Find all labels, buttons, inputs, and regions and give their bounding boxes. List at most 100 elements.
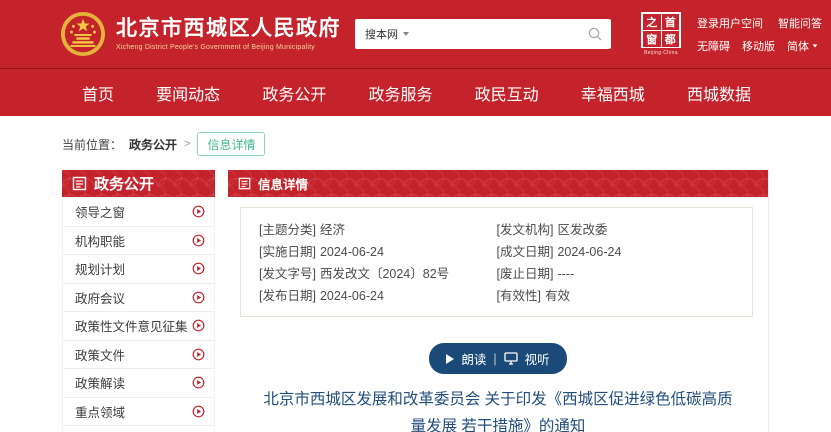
circled-play-icon [192, 405, 205, 418]
capital-window-grid: 之 首 窗 都 [641, 12, 681, 48]
sidebar-list: 领导之窗 机构职能 规划计划 [62, 197, 215, 432]
header-link[interactable]: 智能问答 [778, 15, 822, 31]
meta-field-label: [发文字号] [259, 267, 316, 281]
main-nav: 首页 要闻动态 政务公开 政务服务 政民互动 幸福西城 西城数据 [0, 68, 831, 116]
cw-char: 都 [662, 31, 680, 47]
header-link[interactable]: 移动版 [742, 38, 775, 54]
circled-play-icon [192, 291, 205, 304]
chevron-down-icon [813, 44, 818, 47]
sidebar-item-label: 政策文件 [75, 345, 125, 364]
sidebar-item[interactable]: 政府会议 [63, 283, 214, 312]
nav-item[interactable]: 政民互动 [475, 81, 539, 105]
language-toggle[interactable]: 简体 [787, 38, 818, 54]
sidebar-item-label: 规划计划 [75, 259, 125, 278]
sidebar-item-label: 机构职能 [75, 231, 125, 250]
header-link[interactable]: 登录用户空间 [697, 15, 763, 31]
cw-char: 之 [643, 14, 661, 30]
sidebar-item-label: 政策性文件意见征集 [75, 316, 188, 335]
sidebar: 政务公开 领导之窗 机构职能 规划计划 [62, 170, 215, 432]
detail-panel: 信息详情 [主题分类] 经济 [发文机构]区发改委 [实施日期] 2024-06-2… [228, 170, 769, 432]
sidebar-item[interactable]: 规划计划 [63, 254, 214, 283]
meta-field-label: [主题分类] [259, 223, 316, 237]
meta-field: [成文日期]2024-06-24 [497, 242, 735, 262]
national-emblem-icon [60, 11, 106, 57]
sidebar-item[interactable]: 领导之窗 [63, 197, 214, 226]
sidebar-item-label: 政府会议 [75, 288, 125, 307]
sidebar-item-label: 领导之窗 [75, 202, 125, 221]
sidebar-item[interactable]: 政策解读 [63, 368, 214, 397]
circled-play-icon [192, 348, 205, 361]
sidebar-title: 政务公开 [94, 173, 154, 194]
detail-panel-title: 信息详情 [258, 174, 308, 193]
circled-play-icon [192, 205, 205, 218]
meta-field-value: 经济 [320, 223, 345, 237]
nav-item[interactable]: 幸福西城 [581, 81, 645, 105]
search-icon [588, 27, 602, 41]
breadcrumb-prefix: 当前位置： [62, 136, 122, 153]
sidebar-item[interactable]: 政策文件 [63, 340, 214, 369]
document-lines-icon [72, 176, 87, 191]
site-subtitle: Xicheng District People's Government of … [116, 44, 341, 51]
meta-field-label: [发文机构] [497, 223, 554, 237]
circled-play-icon [192, 376, 205, 389]
monitor-icon [504, 352, 518, 365]
site-title-block: 北京市西城区人民政府 Xicheng District People's Gov… [116, 17, 341, 51]
capital-window-logo[interactable]: 之 首 窗 都 Beijing·China [641, 12, 681, 56]
circled-play-icon [192, 262, 205, 275]
circled-play-icon [192, 319, 205, 332]
nav-item[interactable]: 首页 [82, 81, 114, 105]
meta-field-value: 区发改委 [557, 223, 607, 237]
cw-char: 窗 [643, 31, 661, 47]
read-aloud-video-button[interactable]: 朗读 | 视听 [429, 343, 566, 374]
site-title: 北京市西城区人民政府 [116, 17, 341, 41]
sidebar-item[interactable]: 重点领域 [63, 397, 214, 426]
meta-field: [发布日期]2024-06-24 [259, 286, 497, 306]
meta-field-label: [有效性] [497, 289, 541, 303]
content-area: 政务公开 领导之窗 机构职能 规划计划 [62, 170, 769, 432]
search-button[interactable] [579, 27, 611, 41]
search-input[interactable] [417, 28, 579, 40]
sidebar-header: 政务公开 [62, 170, 215, 197]
meta-field: [废止日期]---- [497, 264, 735, 284]
meta-field-label: [实施日期] [259, 245, 316, 259]
meta-field-value: 有效 [545, 289, 570, 303]
meta-field: [有效性] 有效 [497, 286, 735, 306]
header-link[interactable]: 无障碍 [697, 38, 730, 54]
button-divider: | [493, 352, 496, 366]
nav-item[interactable]: 政务服务 [368, 81, 432, 105]
detail-panel-header: 信息详情 [228, 170, 768, 197]
sidebar-item[interactable]: 政策性文件意见征集 [63, 311, 214, 340]
document-meta-box: [主题分类] 经济 [发文机构]区发改委 [实施日期] 2024-06-24 [成文… [240, 207, 753, 317]
nav-item[interactable]: 要闻动态 [156, 81, 220, 105]
breadcrumb: 当前位置： 政务公开 > 信息详情 [62, 132, 831, 156]
breadcrumb-current-tag: 信息详情 [197, 132, 265, 156]
sidebar-item[interactable]: 政府公报 [63, 425, 214, 432]
chevron-down-icon [403, 32, 409, 36]
nav-item[interactable]: 政务公开 [262, 81, 326, 105]
meta-field-label: [成文日期] [497, 245, 554, 259]
sidebar-item-label: 政策解读 [75, 373, 125, 392]
header-quick-links: 登录用户空间智能问答 无障碍移动版 简体 [697, 15, 822, 54]
search-box: 搜本网 [355, 19, 611, 49]
meta-field: [发文字号]西发改文〔2024〕82号 [259, 264, 497, 284]
read-aloud-label: 朗读 [461, 349, 486, 368]
breadcrumb-section-link[interactable]: 政务公开 [129, 136, 177, 153]
site-header: 北京市西城区人民政府 Xicheng District People's Gov… [0, 0, 831, 68]
meta-field: [主题分类] 经济 [259, 220, 497, 240]
sidebar-item-label: 重点领域 [75, 402, 125, 421]
sidebar-item[interactable]: 机构职能 [63, 226, 214, 255]
search-scope-label: 搜本网 [365, 26, 398, 42]
meta-field-value: 2024-06-24 [557, 245, 621, 259]
meta-field-value: ---- [557, 267, 574, 281]
document-lines-icon [238, 177, 251, 190]
meta-field-label: [发布日期] [259, 289, 316, 303]
cw-char: 首 [662, 14, 680, 30]
circled-play-icon [192, 234, 205, 247]
language-toggle-label: 简体 [787, 38, 809, 54]
meta-field: [实施日期] 2024-06-24 [259, 242, 497, 262]
breadcrumb-separator: > [184, 138, 190, 150]
nav-item[interactable]: 西城数据 [687, 81, 751, 105]
play-icon [446, 354, 454, 364]
search-scope-dropdown[interactable]: 搜本网 [355, 26, 417, 42]
meta-field-value: 2024-06-24 [320, 245, 384, 259]
